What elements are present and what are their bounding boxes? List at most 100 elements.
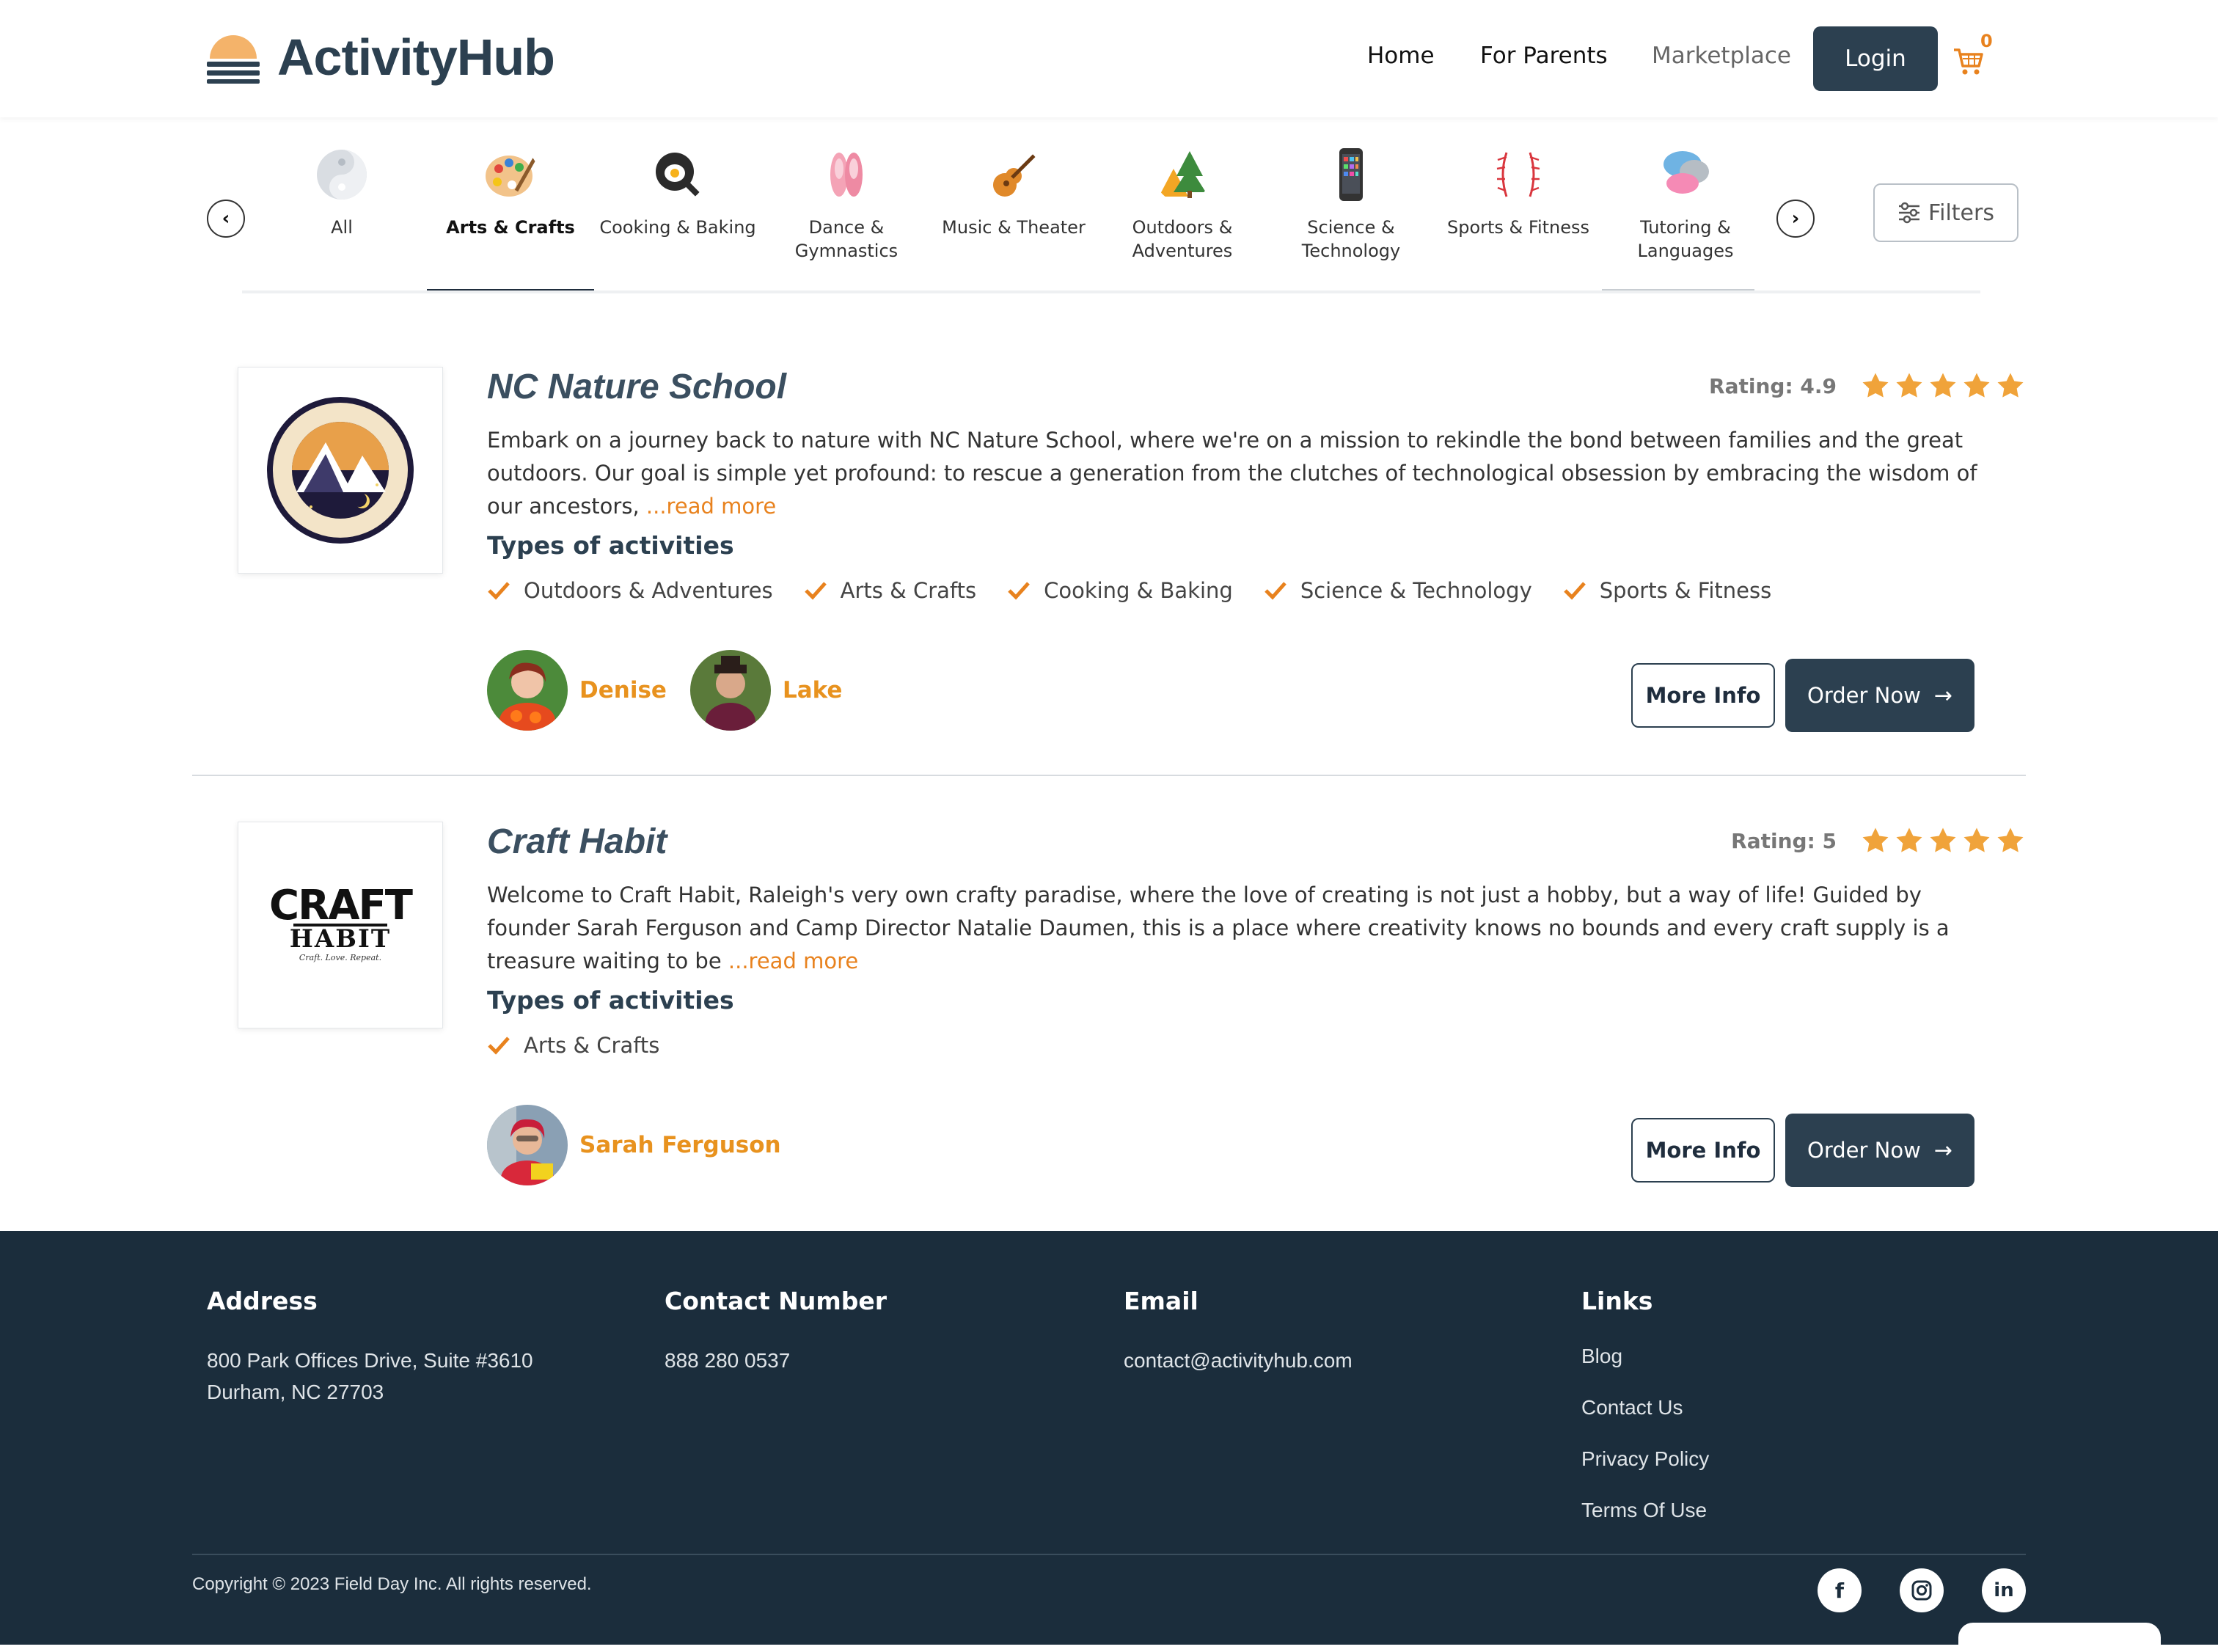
- guitar-icon: [993, 154, 1036, 197]
- star-icon: [1862, 827, 1889, 852]
- frying-pan-icon: [656, 153, 704, 201]
- copyright-text: Copyright © 2023 Field Day Inc. All righ…: [192, 1574, 592, 1594]
- activity-types-list: Arts & Crafts: [487, 1033, 690, 1058]
- star-icon: [1963, 373, 1990, 398]
- nav-for-parents[interactable]: For Parents: [1480, 43, 1608, 69]
- rating-label: Rating: 4.9: [1709, 373, 1837, 398]
- baseball-stitches-icon: [1496, 152, 1540, 197]
- star-icon: [1896, 827, 1922, 852]
- chevron-left-icon: ‹: [222, 208, 230, 230]
- read-more-link[interactable]: ...read more: [646, 494, 776, 519]
- provider-logo[interactable]: [238, 367, 443, 574]
- activity-type-label: Outdoors & Adventures: [524, 578, 773, 603]
- activity-type: Arts & Crafts: [804, 578, 976, 603]
- category-next-button[interactable]: ›: [1776, 200, 1815, 238]
- category-arts-crafts[interactable]: Arts & Crafts: [427, 147, 594, 293]
- category-music-theater[interactable]: Music & Theater: [930, 147, 1097, 293]
- palette-icon: [486, 156, 538, 197]
- site-footer: Address 800 Park Offices Drive, Suite #3…: [0, 1231, 2218, 1645]
- svg-text:HABIT: HABIT: [290, 924, 391, 954]
- read-more-link[interactable]: ...read more: [728, 949, 858, 973]
- more-info-button[interactable]: More Info: [1631, 663, 1775, 728]
- provider-description: Welcome to Craft Habit, Raleigh's very o…: [487, 879, 1983, 978]
- provider-card: CRAFT HABIT Craft. Love. Repeat. Craft H…: [192, 810, 2026, 1206]
- footer-heading: Links: [1581, 1287, 1653, 1315]
- footer-link-contact[interactable]: Contact Us: [1581, 1396, 1709, 1419]
- address-line: 800 Park Offices Drive, Suite #3610: [207, 1349, 533, 1372]
- category-science-technology[interactable]: Science & Technology: [1267, 147, 1435, 293]
- svg-text:CRAFT: CRAFT: [269, 882, 413, 929]
- svg-text:Craft. Love. Repeat.: Craft. Love. Repeat.: [299, 953, 381, 962]
- facebook-icon[interactable]: f: [1818, 1568, 1862, 1612]
- provider-card: NC Nature School Rating: 4.9 Embark on a…: [192, 355, 2026, 751]
- checkmark-icon: [488, 582, 510, 600]
- footer-link-terms[interactable]: Terms Of Use: [1581, 1499, 1709, 1522]
- category-dance-gymnastics[interactable]: Dance & Gymnastics: [763, 147, 930, 293]
- category-label: Dance & Gymnastics: [794, 217, 898, 261]
- checkmark-icon: [1264, 582, 1286, 600]
- category-all[interactable]: All: [258, 147, 425, 293]
- star-icon: [1997, 827, 2024, 852]
- listing-divider: [192, 775, 2026, 776]
- staff-member[interactable]: Sarah Ferguson: [487, 1105, 781, 1185]
- avatar: [689, 650, 771, 731]
- activity-type: Science & Technology: [1264, 578, 1532, 603]
- category-tutoring-languages[interactable]: Tutoring & Languages: [1602, 147, 1769, 293]
- category-outdoors-adventures[interactable]: Outdoors & Adventures: [1099, 147, 1266, 293]
- category-label: Sports & Fitness: [1446, 217, 1590, 238]
- footer-heading: Email: [1124, 1287, 1198, 1315]
- nc-nature-school-logo-icon: [267, 397, 414, 544]
- category-bar-divider: [242, 290, 1980, 293]
- order-now-label: Order Now: [1807, 683, 1921, 708]
- linkedin-icon[interactable]: in: [1982, 1568, 2026, 1612]
- provider-name[interactable]: Craft Habit: [487, 822, 667, 862]
- checkmark-icon: [1563, 582, 1586, 600]
- order-now-label: Order Now: [1807, 1138, 1921, 1163]
- footer-contact: Contact Number 888 280 0537: [665, 1287, 887, 1376]
- category-prev-button[interactable]: ‹: [207, 200, 245, 238]
- category-label: All: [331, 217, 353, 238]
- checkmark-icon: [488, 1037, 510, 1055]
- all-categories-icon: [317, 150, 367, 200]
- footer-link-blog[interactable]: Blog: [1581, 1345, 1709, 1368]
- instagram-icon[interactable]: [1900, 1568, 1944, 1612]
- speech-bubbles-icon: [1664, 151, 1709, 194]
- nav-home[interactable]: Home: [1367, 43, 1435, 69]
- email-link[interactable]: contact@activityhub.com: [1124, 1345, 1353, 1376]
- brand-logo[interactable]: ActivityHub: [205, 28, 555, 87]
- checkmark-icon: [1008, 582, 1030, 600]
- activity-types-list: Outdoors & Adventures Arts & Crafts Cook…: [487, 578, 1802, 603]
- provider-logo[interactable]: CRAFT HABIT Craft. Love. Repeat.: [238, 822, 443, 1028]
- footer-heading: Address: [207, 1287, 318, 1315]
- filters-label: Filters: [1928, 200, 1994, 226]
- staff-list: Denise Lake: [487, 650, 865, 731]
- provider-name[interactable]: NC Nature School: [487, 367, 786, 407]
- category-label: Arts & Crafts: [446, 217, 575, 238]
- filters-button[interactable]: Filters: [1873, 183, 2018, 242]
- staff-member[interactable]: Denise: [487, 650, 667, 731]
- activity-type: Sports & Fitness: [1563, 578, 1771, 603]
- staff-name: Lake: [782, 677, 843, 703]
- more-info-button[interactable]: More Info: [1631, 1118, 1775, 1183]
- footer-heading: Contact Number: [665, 1287, 887, 1315]
- chat-widget-tab[interactable]: [1958, 1623, 2161, 1652]
- nav-marketplace[interactable]: Marketplace: [1652, 43, 1791, 69]
- activity-type-label: Sports & Fitness: [1599, 578, 1772, 603]
- tent-tree-icon: [1159, 151, 1206, 198]
- star-icon: [1963, 827, 1990, 852]
- provider-rating: Rating: 4.9: [1709, 371, 2026, 401]
- login-button[interactable]: Login: [1813, 26, 1938, 91]
- activity-type: Arts & Crafts: [487, 1033, 659, 1058]
- order-now-button[interactable]: Order Now →: [1785, 1114, 1974, 1187]
- category-sports-fitness[interactable]: Sports & Fitness: [1435, 147, 1602, 293]
- activity-type-label: Arts & Crafts: [524, 1033, 660, 1058]
- order-now-button[interactable]: Order Now →: [1785, 659, 1974, 732]
- sliders-icon: [1899, 202, 1920, 224]
- category-label: Outdoors & Adventures: [1132, 217, 1233, 261]
- category-cooking-baking[interactable]: Cooking & Baking: [594, 147, 761, 293]
- provider-description: Embark on a journey back to nature with …: [487, 424, 1983, 523]
- staff-member[interactable]: Lake: [689, 650, 843, 731]
- phone-number[interactable]: 888 280 0537: [665, 1345, 887, 1376]
- footer-links: Links Blog Contact Us Privacy Policy Ter…: [1581, 1287, 1709, 1550]
- footer-link-privacy[interactable]: Privacy Policy: [1581, 1447, 1709, 1471]
